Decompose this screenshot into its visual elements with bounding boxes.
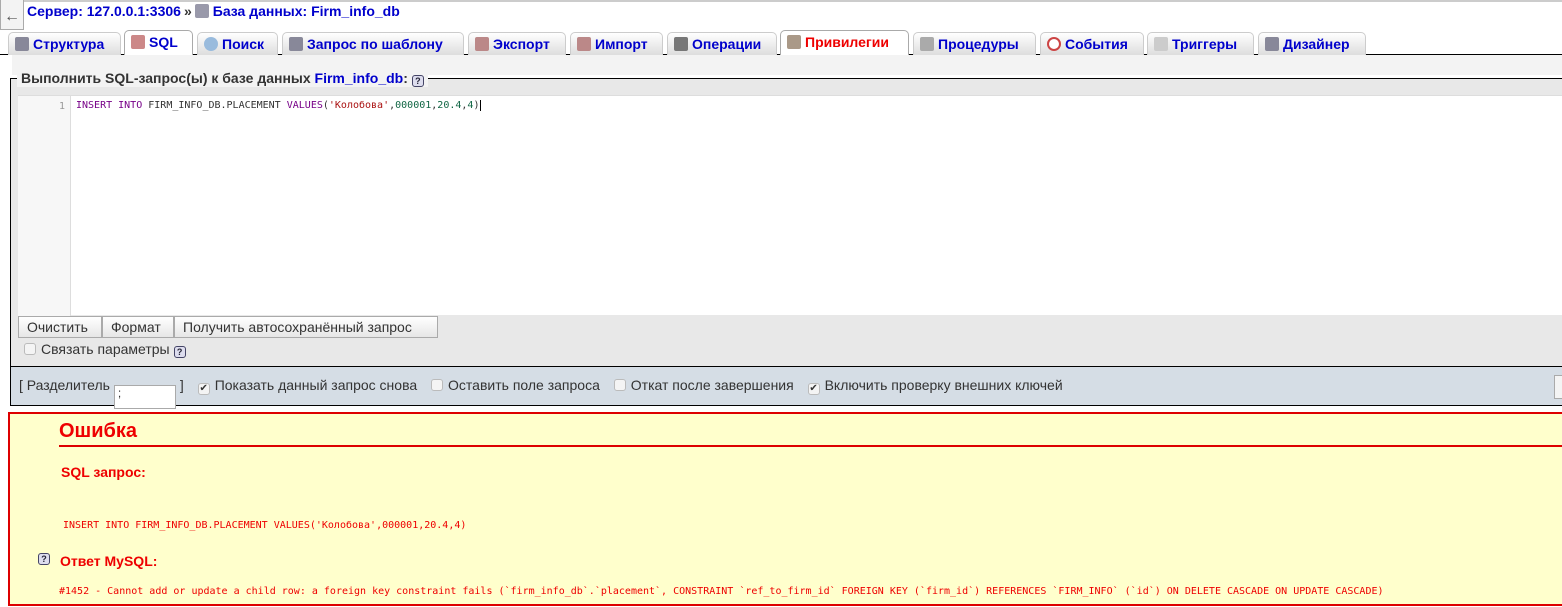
- delimiter-label: [ Разделитель: [19, 377, 110, 393]
- number-literal: 20.4: [437, 100, 462, 111]
- error-box: Ошибка SQL запрос: INSERT INTO FIRM_INFO…: [8, 412, 1562, 606]
- number-literal: 000001: [395, 100, 432, 111]
- retain-query-box-checkbox[interactable]: [431, 379, 444, 391]
- routines-icon: [920, 37, 934, 51]
- tab-label: Экспорт: [493, 36, 550, 52]
- tab-export[interactable]: Экспорт: [468, 32, 566, 55]
- bind-parameters-label: Связать параметры: [41, 341, 170, 357]
- tab-label: Поиск: [222, 36, 265, 52]
- sql-editor[interactable]: 1 INSERT INTO FIRM_INFO_DB.PLACEMENT VAL…: [18, 95, 1562, 316]
- format-button[interactable]: Формат: [102, 316, 174, 338]
- rollback-checkbox[interactable]: [613, 379, 626, 391]
- breadcrumb-database[interactable]: База данных: Firm_info_db: [213, 3, 400, 19]
- tab-label: Привилегии: [805, 34, 889, 50]
- bind-parameters-option[interactable]: Связать параметры?: [24, 341, 186, 358]
- back-arrow-icon[interactable]: ←: [0, 0, 24, 30]
- get-autosaved-query-button[interactable]: Получить автосохранённый запрос: [174, 316, 438, 338]
- fieldset-legend: Выполнить SQL-запрос(ы) к базе данных Fi…: [17, 70, 428, 87]
- tab-label: Триггеры: [1172, 36, 1238, 52]
- query-options-bar: [ Разделитель;] ✔ Показать данный запрос …: [10, 366, 1562, 409]
- delimiter-input[interactable]: ;: [113, 385, 176, 409]
- tab-bar: Структура SQL Поиск Запрос по шаблону Эк…: [0, 30, 1562, 56]
- foreign-key-checks-label: Включить проверку внешних ключей: [824, 377, 1063, 393]
- error-title: Ошибка: [59, 420, 1562, 447]
- rollback-label: Откат после завершения: [630, 377, 794, 393]
- help-icon[interactable]: ?: [38, 553, 50, 565]
- legend-text: Выполнить SQL-запрос(ы) к базе данных: [21, 70, 311, 86]
- help-icon[interactable]: ?: [173, 346, 186, 358]
- tab-label: Структура: [33, 36, 105, 52]
- tab-label: События: [1065, 36, 1128, 52]
- show-query-option[interactable]: ✔ Показать данный запрос снова: [197, 377, 418, 395]
- help-icon[interactable]: ?: [411, 75, 424, 87]
- tab-events[interactable]: События: [1040, 32, 1144, 55]
- sql-code[interactable]: INSERT INTO FIRM_INFO_DB.PLACEMENT VALUE…: [76, 100, 482, 111]
- table-name: FIRM_INFO_DB.PLACEMENT: [142, 100, 287, 111]
- string-literal: 'Колобова': [328, 100, 390, 111]
- foreign-key-checks-checkbox[interactable]: ✔: [807, 383, 820, 395]
- delimiter-bracket: ]: [179, 377, 184, 393]
- database-icon: [194, 4, 209, 18]
- mysql-error-message: #1452 - Cannot add or update a child row…: [59, 586, 1384, 597]
- line-number: 1: [58, 101, 65, 112]
- clear-button[interactable]: Очистить: [18, 316, 102, 338]
- tab-routines[interactable]: Процедуры: [913, 32, 1036, 55]
- top-border: [0, 0, 1562, 2]
- show-query-label: Показать данный запрос снова: [214, 377, 418, 393]
- failed-sql-query: INSERT INTO FIRM_INFO_DB.PLACEMENT VALUE…: [63, 520, 467, 531]
- legend-colon: :: [403, 70, 408, 86]
- search-icon: [204, 37, 218, 51]
- triggers-icon: [1154, 37, 1168, 51]
- retain-query-box-label: Оставить поле запроса: [448, 377, 600, 393]
- tab-label: Запрос по шаблону: [307, 36, 443, 52]
- mysql-response-heading: Ответ MySQL:: [60, 553, 158, 569]
- go-button[interactable]: [1554, 375, 1562, 399]
- import-icon: [577, 37, 591, 51]
- tab-label: Процедуры: [938, 36, 1019, 52]
- tab-query-by-example[interactable]: Запрос по шаблону: [282, 32, 464, 55]
- structure-icon: [15, 37, 29, 51]
- tab-sql[interactable]: SQL: [124, 30, 193, 56]
- export-icon: [475, 37, 489, 51]
- tab-operations[interactable]: Операции: [667, 32, 777, 55]
- keyword: INSERT INTO: [76, 100, 143, 111]
- retain-query-box-option[interactable]: Оставить поле запроса: [431, 377, 600, 393]
- foreign-key-checks-option[interactable]: ✔ Включить проверку внешних ключей: [807, 377, 1063, 395]
- clock-icon: [1047, 37, 1061, 51]
- line-numbers: 1: [18, 96, 71, 316]
- text-cursor: [480, 100, 482, 111]
- tab-label: Дизайнер: [1283, 36, 1350, 52]
- tab-import[interactable]: Импорт: [570, 32, 663, 55]
- designer-icon: [1265, 37, 1279, 51]
- paren: ): [473, 100, 480, 111]
- breadcrumb: Сервер: 127.0.0.1:3306» База данных: Firm…: [27, 3, 400, 19]
- keyword: VALUES: [286, 100, 323, 111]
- tab-triggers[interactable]: Триггеры: [1147, 32, 1254, 55]
- database-link[interactable]: Firm_info_db: [315, 70, 404, 86]
- users-icon: [787, 35, 801, 49]
- sql-query-heading: SQL запрос:: [61, 464, 146, 480]
- tab-privileges[interactable]: Привилегии: [780, 30, 909, 56]
- sql-icon: [131, 35, 145, 49]
- tab-search[interactable]: Поиск: [197, 32, 278, 55]
- show-query-checkbox[interactable]: ✔: [197, 383, 210, 395]
- query-icon: [289, 37, 303, 51]
- rollback-option[interactable]: Откат после завершения: [613, 377, 794, 393]
- tab-designer[interactable]: Дизайнер: [1258, 32, 1366, 55]
- tools-icon: [674, 37, 688, 51]
- tab-label: SQL: [149, 34, 178, 50]
- tab-label: Импорт: [595, 36, 648, 52]
- tab-structure[interactable]: Структура: [8, 32, 121, 55]
- tab-label: Операции: [692, 36, 762, 52]
- bind-parameters-checkbox[interactable]: [24, 343, 36, 355]
- breadcrumb-separator: »: [183, 3, 192, 19]
- breadcrumb-server[interactable]: Сервер: 127.0.0.1:3306: [27, 3, 181, 19]
